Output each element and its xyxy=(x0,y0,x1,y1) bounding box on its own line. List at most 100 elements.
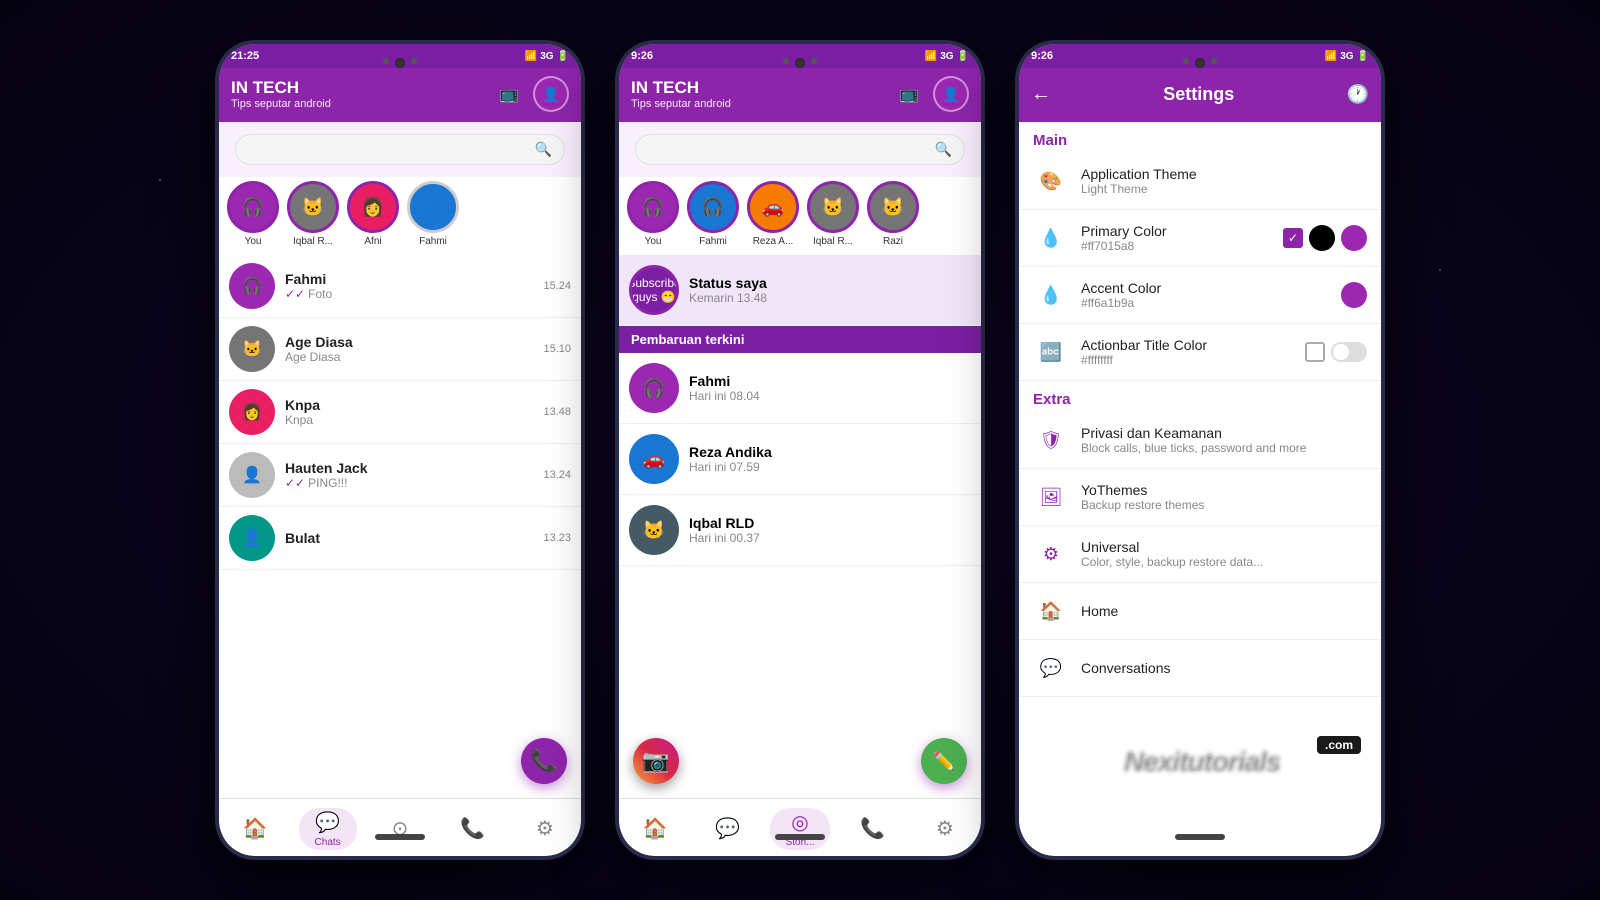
nav-calls-2[interactable]: 📞 xyxy=(836,816,908,841)
actionbar-toggle[interactable] xyxy=(1331,342,1367,362)
settings-yothemes[interactable]: 🖼 YoThemes Backup restore themes xyxy=(1019,469,1381,526)
story-afni-1[interactable]: 👩 Afni xyxy=(347,181,399,247)
settings-text-actionbar: Actionbar Title Color #ffffffff xyxy=(1081,337,1293,367)
status-fahmi[interactable]: 🎧 Fahmi Hari ini 08.04 xyxy=(619,353,981,424)
story-avatar-reza-2: 🚗 xyxy=(747,181,799,233)
battery-1: 🔋 xyxy=(557,51,569,62)
primary-swatch-purple[interactable] xyxy=(1341,225,1367,251)
search-icon-2[interactable]: 🔍 xyxy=(935,141,952,158)
search-container-1: 🔍 xyxy=(219,122,581,177)
phone-2-home-button[interactable] xyxy=(775,834,825,840)
pembaruan-header: Pembaruan terkini xyxy=(619,326,981,353)
story-you-1[interactable]: 🎧 You xyxy=(227,181,279,247)
chat-item-knpa[interactable]: 👩 Knpa Knpa 13.48 xyxy=(219,381,581,444)
header-title-1: IN TECH Tips seputar android xyxy=(231,78,331,110)
back-button[interactable]: ← xyxy=(1031,83,1051,106)
accent-color-label: Accent Color xyxy=(1081,280,1329,296)
phone-1-home-button[interactable] xyxy=(375,834,425,840)
status-reza[interactable]: 🚗 Reza Andika Hari ini 07.59 xyxy=(619,424,981,495)
conversations-label: Conversations xyxy=(1081,660,1367,676)
nav-calls-1[interactable]: 📞 xyxy=(436,816,508,841)
nav-chats-label-1: Chats xyxy=(315,837,341,848)
phone-1-screen: 21:25 📶 3G 🔋 IN TECH Tips seputar androi… xyxy=(219,44,581,856)
settings-text-home: Home xyxy=(1081,603,1367,619)
settings-text-theme: Application Theme Light Theme xyxy=(1081,166,1367,196)
chats-icon-2: 💬 xyxy=(715,816,740,841)
settings-accent-color[interactable]: 💧 Accent Color #ff6a1b9a xyxy=(1019,267,1381,324)
search-bar-2: 🔍 xyxy=(635,134,965,165)
accent-swatch-purple[interactable] xyxy=(1341,282,1367,308)
primary-swatch-black[interactable] xyxy=(1309,225,1335,251)
nav-settings-2[interactable]: ⚙ xyxy=(909,816,981,841)
home-settings-icon: 🏠 xyxy=(1033,593,1069,629)
status-content-iqbal: Iqbal RLD Hari ini 00.37 xyxy=(689,515,760,545)
cast-icon-2[interactable]: 📺 xyxy=(895,80,923,108)
search-icon-1[interactable]: 🔍 xyxy=(535,141,552,158)
settings-text-accent: Accent Color #ff6a1b9a xyxy=(1081,280,1329,310)
cast-icon-1[interactable]: 📺 xyxy=(495,80,523,108)
status-avatar-reza: 🚗 xyxy=(629,434,679,484)
search-bar-1: 🔍 xyxy=(235,134,565,165)
chat-item-age[interactable]: 🐱 Age Diasa Age Diasa 15.10 xyxy=(219,318,581,381)
section-extra: Extra xyxy=(1019,381,1381,412)
chat-item-hauten[interactable]: 👤 Hauten Jack ✓✓ PING!!! 13.24 xyxy=(219,444,581,507)
status-name-iqbal: Iqbal RLD xyxy=(689,515,760,531)
settings-privacy[interactable]: 🛡 Privasi dan Keamanan Block calls, blue… xyxy=(1019,412,1381,469)
notch-dot-2a xyxy=(783,58,789,64)
user-avatar-2[interactable]: 👤 xyxy=(933,76,969,112)
search-input-2[interactable] xyxy=(648,142,935,157)
settings-content: Main 🎨 Application Theme Light Theme 💧 P… xyxy=(1019,122,1381,856)
settings-home[interactable]: 🏠 Home xyxy=(1019,583,1381,640)
story-name-iqbal-2: Iqbal R... xyxy=(813,236,853,247)
check-hauten: ✓✓ xyxy=(285,476,305,490)
primary-color-controls: ✓ xyxy=(1283,225,1367,251)
story-you-2[interactable]: 🎧 You xyxy=(627,181,679,247)
settings-actionbar-color[interactable]: 🔤 Actionbar Title Color #ffffffff xyxy=(1019,324,1381,381)
settings-universal[interactable]: ⚙ Universal Color, style, backup restore… xyxy=(1019,526,1381,583)
calls-icon-1: 📞 xyxy=(460,816,485,841)
my-status-item[interactable]: Subscribe guys 😁 Status saya Kemarin 13.… xyxy=(619,255,981,326)
stories-icon-2: ◎ xyxy=(791,810,808,835)
settings-app-theme[interactable]: 🎨 Application Theme Light Theme xyxy=(1019,153,1381,210)
status-iqbal[interactable]: 🐱 Iqbal RLD Hari ini 00.37 xyxy=(619,495,981,566)
nav-settings-1[interactable]: ⚙ xyxy=(509,816,581,841)
story-razi-2[interactable]: 🐱 Razi xyxy=(867,181,919,247)
network-3: 3G xyxy=(1340,51,1353,62)
nav-stories-2[interactable]: ◎ Stori... xyxy=(764,808,836,850)
settings-primary-color[interactable]: 💧 Primary Color #ff7015a8 ✓ xyxy=(1019,210,1381,267)
status-right-3: 📶 3G 🔋 xyxy=(1325,51,1369,62)
phone-1: 21:25 📶 3G 🔋 IN TECH Tips seputar androi… xyxy=(215,40,585,860)
story-reza-2[interactable]: 🚗 Reza A... xyxy=(747,181,799,247)
app-name-1: IN TECH xyxy=(231,78,331,98)
nav-home-1[interactable]: 🏠 xyxy=(219,816,291,841)
fab-whatsapp-1[interactable]: 📞 xyxy=(521,738,567,784)
actionbar-toggle-knob xyxy=(1333,344,1349,360)
story-fahmi-2[interactable]: 🎧 Fahmi xyxy=(687,181,739,247)
status-time-iqbal: Hari ini 00.37 xyxy=(689,531,760,545)
chat-item-fahmi[interactable]: 🎧 Fahmi ✓✓ Foto 15.24 xyxy=(219,255,581,318)
story-name-reza-2: Reza A... xyxy=(753,236,794,247)
nav-chats-1[interactable]: 💬 Chats xyxy=(291,808,363,850)
actionbar-checkbox-empty[interactable] xyxy=(1305,342,1325,362)
primary-checkbox[interactable]: ✓ xyxy=(1283,228,1303,248)
fab-camera-2[interactable]: ✏️ xyxy=(921,738,967,784)
chat-name-fahmi: Fahmi xyxy=(285,271,533,287)
story-fahmi-1[interactable]: 👤 Fahmi xyxy=(407,181,459,247)
my-status-text: Subscribe guys 😁 xyxy=(629,274,679,306)
story-name-afni-1: Afni xyxy=(364,236,381,247)
settings-conversations[interactable]: 💬 Conversations xyxy=(1019,640,1381,697)
clock-icon[interactable]: 🕐 xyxy=(1347,84,1369,105)
chat-item-bulat[interactable]: 👤 Bulat 13.23 xyxy=(219,507,581,570)
story-iqbal-2[interactable]: 🐱 Iqbal R... xyxy=(807,181,859,247)
story-avatar-you-2: 🎧 xyxy=(627,181,679,233)
fab-instagram-2[interactable]: 📷 xyxy=(633,738,679,784)
chat-time-fahmi: 15.24 xyxy=(543,280,571,292)
nav-chats-2[interactable]: 💬 xyxy=(691,816,763,841)
story-iqbal-1[interactable]: 🐱 Iqbal R... xyxy=(287,181,339,247)
actionbar-color-value: #ffffffff xyxy=(1081,353,1293,367)
nav-home-2[interactable]: 🏠 xyxy=(619,816,691,841)
network-2: 3G xyxy=(940,51,953,62)
user-avatar-1[interactable]: 👤 xyxy=(533,76,569,112)
phone-3-home-button[interactable] xyxy=(1175,834,1225,840)
search-input-1[interactable] xyxy=(248,142,535,157)
